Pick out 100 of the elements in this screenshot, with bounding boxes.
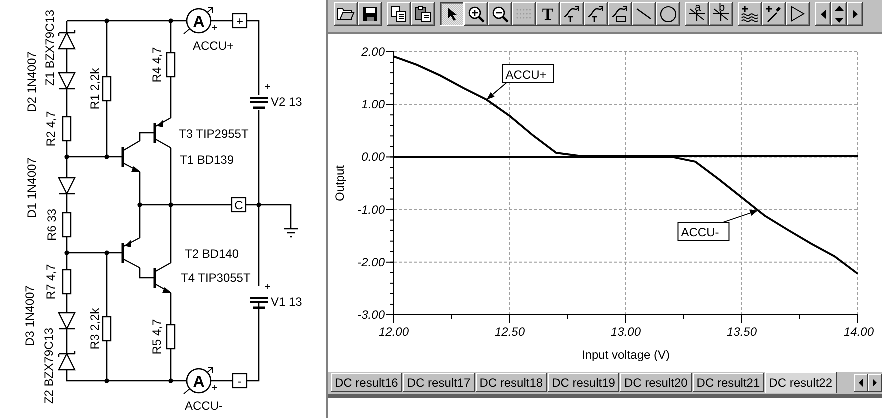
result-tab[interactable]: DC result19	[548, 373, 620, 392]
source-label: V1 13	[271, 295, 302, 309]
x-axis-title: Input voltage (V)	[582, 348, 670, 362]
tab-scroll-left-button[interactable]	[854, 374, 868, 392]
resistor-symbol	[62, 116, 72, 142]
transistor-symbol	[122, 237, 141, 269]
transistor-symbol	[154, 262, 172, 294]
left-arrow-icon	[859, 379, 863, 387]
curve-tool-icon	[587, 5, 605, 23]
resistor-symbol	[62, 212, 72, 238]
transistor-symbol	[122, 140, 142, 173]
zoom-in-icon	[468, 6, 484, 22]
resistor-symbol	[166, 324, 176, 350]
zener-diode-symbol	[58, 350, 76, 371]
left-arrow-icon	[820, 10, 826, 18]
component-label: R2 4,7	[44, 111, 58, 147]
component-label: R7 4,7	[44, 264, 58, 300]
junction-dot	[104, 378, 110, 384]
y-axis-title: Output	[333, 165, 347, 202]
right-arrow-icon	[873, 379, 877, 387]
resistor-symbol	[102, 76, 112, 102]
junction-dot	[104, 18, 110, 24]
junction-dot	[168, 202, 174, 208]
callout-arrow	[486, 82, 508, 100]
ammeter-symbol	[184, 8, 214, 34]
folder-icon	[337, 7, 355, 21]
result-tab[interactable]: DC result20	[620, 373, 692, 392]
x-tick-label: 13.00	[610, 325, 642, 339]
wire	[211, 380, 234, 382]
callout-arrow	[722, 210, 758, 224]
component-label: Z1 BZX79C13	[43, 10, 57, 86]
resistor-symbol	[62, 269, 72, 295]
resistor-symbol	[102, 316, 112, 342]
polarity-sign: +	[265, 282, 271, 293]
grid-icon	[516, 8, 532, 20]
tab-scroll-right-button[interactable]	[868, 374, 882, 392]
battery-symbol	[249, 97, 269, 110]
component-label: D3 1N4007	[23, 286, 37, 346]
result-tab[interactable]: DC result18	[476, 373, 548, 392]
component-label: R6 33	[45, 208, 59, 242]
component-label: T3 TIP2955T	[179, 127, 249, 141]
diode-symbol	[58, 312, 76, 330]
polarity-sign: +	[212, 383, 218, 394]
component-label: D1 1N4007	[25, 158, 39, 218]
curve-tool-icon	[611, 5, 629, 23]
x-tick-label: 14.00	[844, 325, 874, 339]
terminal-box	[232, 373, 248, 389]
junction-dot	[64, 250, 70, 256]
y-tick-label: -3.00	[358, 308, 385, 322]
circle-tool-icon	[660, 6, 676, 22]
probe-icon	[765, 5, 783, 23]
transistor-symbol	[154, 117, 172, 149]
y-tick-label: -2.00	[358, 255, 385, 270]
meter-label: ACCU-	[185, 399, 223, 413]
toolbar-button[interactable]: T	[536, 2, 560, 26]
component-label: R4 4,7	[150, 47, 164, 83]
junction-dot	[64, 154, 70, 160]
zoom-out-icon	[492, 6, 508, 22]
y-tick-label: -1.00	[358, 202, 385, 217]
wire	[211, 20, 234, 22]
diode-symbol	[58, 177, 76, 196]
component-label: T2 BD140	[185, 247, 240, 261]
battery-symbol	[249, 297, 269, 310]
junction-dot	[104, 154, 110, 160]
source-label: V2 13	[271, 95, 302, 109]
component-label: R3 2,2k	[88, 308, 102, 350]
component-label: R5 4,7	[150, 319, 164, 355]
terminal-label: +	[236, 14, 244, 28]
x-tick-label: 12.50	[494, 325, 526, 339]
meter-letter: A	[193, 14, 205, 31]
toolbar-button[interactable]: b	[709, 2, 733, 26]
toolbar-button[interactable]	[440, 2, 464, 26]
crosshair-cursor-icon	[688, 7, 706, 21]
up-down-arrows-icon	[834, 4, 844, 24]
resistor-symbol	[166, 52, 176, 78]
result-tab[interactable]: DC result16	[331, 373, 402, 392]
component-label: Z2 BZX79C13	[42, 328, 56, 404]
component-label: T1 BD139	[180, 153, 234, 167]
terminal-box	[231, 197, 247, 213]
curve-tool-icon	[563, 5, 581, 23]
copy-icon	[391, 6, 407, 22]
play-icon	[791, 6, 805, 22]
zener-diode-symbol	[58, 29, 76, 50]
component-label: R1 2,2k	[88, 68, 102, 110]
meter-label: ACCU+	[193, 39, 234, 53]
terminal-label: -	[238, 374, 242, 388]
y-tick-label: 1.00	[362, 98, 385, 112]
junction-dot	[168, 378, 174, 384]
terminal-box	[232, 13, 248, 29]
x-tick-label: 12.00	[378, 325, 410, 339]
junction-dot	[168, 18, 174, 24]
result-tab[interactable]: DC result17	[403, 373, 475, 392]
junction-dot	[138, 202, 142, 208]
diode-symbol	[58, 72, 76, 90]
component-label: D2 1N4007	[25, 52, 39, 112]
ammeter-symbol	[184, 368, 214, 394]
polarity-sign: +	[212, 23, 218, 34]
result-tab[interactable]: DC result22	[765, 372, 837, 393]
result-tab[interactable]: DC result21	[692, 373, 764, 392]
toolbar-button[interactable]: a	[685, 2, 709, 26]
